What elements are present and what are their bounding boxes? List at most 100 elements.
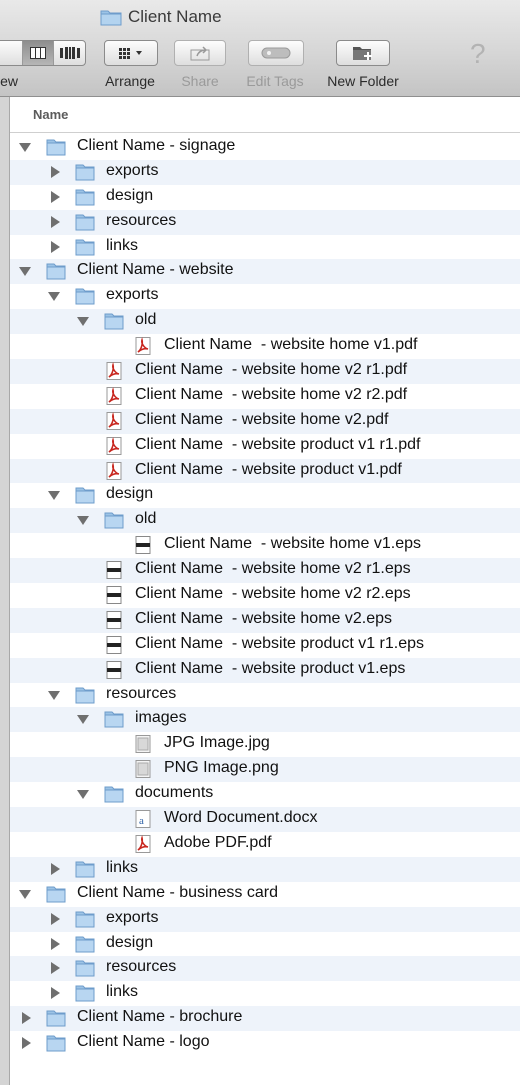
share-button[interactable] bbox=[174, 40, 226, 66]
folder-row[interactable]: exports bbox=[10, 159, 520, 185]
folder-row[interactable]: resources bbox=[10, 683, 520, 708]
item-name: design bbox=[106, 186, 154, 204]
file-row[interactable]: Client Name - website home v2 r2.pdf bbox=[10, 384, 520, 409]
share-icon bbox=[190, 46, 210, 61]
folder-row[interactable]: old bbox=[10, 309, 520, 335]
disclosure-closed-icon[interactable] bbox=[51, 165, 60, 178]
disclosure-open-icon[interactable] bbox=[48, 690, 60, 700]
folder-row[interactable]: links bbox=[10, 235, 520, 260]
disclosure-open-icon[interactable] bbox=[19, 267, 31, 277]
folder-icon bbox=[75, 213, 95, 231]
folder-row[interactable]: Client Name - brochure bbox=[10, 1006, 520, 1032]
file-row[interactable]: a Word Document.docx bbox=[10, 807, 520, 832]
folder-icon bbox=[75, 935, 95, 953]
svg-text:a: a bbox=[139, 815, 144, 827]
item-name: Client Name - website product v1 r1.pdf bbox=[135, 435, 421, 453]
folder-row[interactable]: exports bbox=[10, 906, 520, 932]
disclosure-closed-icon[interactable] bbox=[51, 240, 60, 253]
folder-icon bbox=[46, 885, 66, 903]
arrange-button[interactable] bbox=[104, 40, 158, 66]
file-row[interactable]: Client Name - website home v1.pdf bbox=[10, 334, 520, 359]
file-row[interactable]: Client Name - website home v2.pdf bbox=[10, 408, 520, 434]
item-name: Word Document.docx bbox=[164, 809, 318, 827]
item-name: documents bbox=[135, 784, 214, 802]
folder-row[interactable]: Client Name - logo bbox=[10, 1031, 520, 1056]
disclosure-closed-icon[interactable] bbox=[51, 962, 60, 975]
file-row[interactable]: Client Name - website home v1.eps bbox=[10, 533, 520, 558]
folder-icon bbox=[75, 238, 95, 256]
item-name: Client Name - brochure bbox=[77, 1008, 243, 1026]
view-mode-control[interactable] bbox=[0, 40, 86, 66]
sidebar-edge bbox=[0, 97, 10, 1085]
disclosure-closed-icon[interactable] bbox=[51, 937, 60, 950]
disclosure-open-icon[interactable] bbox=[77, 790, 89, 800]
file-row[interactable]: Client Name - website home v2.eps bbox=[10, 607, 520, 633]
disclosure-closed-icon[interactable] bbox=[22, 1012, 31, 1025]
disclosure-open-icon[interactable] bbox=[77, 715, 89, 725]
file-list: Client Name - signage exports design resour… bbox=[10, 135, 520, 1056]
folder-icon bbox=[46, 1009, 66, 1027]
disclosure-closed-icon[interactable] bbox=[51, 862, 60, 875]
disclosure-open-icon[interactable] bbox=[77, 317, 89, 327]
folder-row[interactable]: links bbox=[10, 856, 520, 882]
file-row[interactable]: Client Name - website product v1 r1.pdf bbox=[10, 434, 520, 459]
view-label: iew bbox=[0, 73, 19, 89]
file-row[interactable]: Client Name - website home v2 r2.eps bbox=[10, 583, 520, 608]
disclosure-closed-icon[interactable] bbox=[22, 1037, 31, 1050]
file-row[interactable]: Adobe PDF.pdf bbox=[10, 832, 520, 857]
folder-row[interactable]: links bbox=[10, 981, 520, 1006]
disclosure-closed-icon[interactable] bbox=[51, 987, 60, 1000]
disclosure-open-icon[interactable] bbox=[48, 292, 60, 302]
file-row[interactable]: Client Name - website home v2 r1.pdf bbox=[10, 359, 520, 384]
item-name: Client Name - logo bbox=[77, 1033, 210, 1051]
folder-icon bbox=[75, 860, 95, 878]
file-row[interactable]: Client Name - website product v1.eps bbox=[10, 657, 520, 683]
view-icons-segment[interactable] bbox=[0, 41, 22, 65]
pdf-file-icon bbox=[104, 386, 124, 405]
share-label: Share bbox=[181, 73, 219, 89]
column-header-name[interactable]: Name bbox=[10, 97, 520, 133]
item-name: design bbox=[106, 485, 154, 503]
disclosure-open-icon[interactable] bbox=[77, 516, 89, 526]
disclosure-open-icon[interactable] bbox=[48, 491, 60, 501]
folder-row[interactable]: resources bbox=[10, 209, 520, 235]
new-folder-button[interactable] bbox=[336, 40, 390, 66]
folder-row[interactable]: resources bbox=[10, 956, 520, 982]
arrange-label: Arrange bbox=[105, 73, 155, 89]
folder-row[interactable]: exports bbox=[10, 284, 520, 309]
folder-row[interactable]: Client Name - website bbox=[10, 259, 520, 285]
folder-icon bbox=[46, 138, 66, 156]
eps-file-icon bbox=[104, 660, 124, 679]
disclosure-closed-icon[interactable] bbox=[51, 215, 60, 228]
help-icon[interactable]: ? bbox=[470, 38, 486, 70]
disclosure-closed-icon[interactable] bbox=[51, 912, 60, 925]
file-row[interactable]: Client Name - website product v1.pdf bbox=[10, 458, 520, 484]
folder-row[interactable]: images bbox=[10, 707, 520, 733]
folder-row[interactable]: design bbox=[10, 932, 520, 957]
item-name: Client Name - website home v2 r2.eps bbox=[135, 585, 411, 603]
folder-icon bbox=[104, 511, 124, 529]
file-row[interactable]: PNG Image.png bbox=[10, 757, 520, 783]
disclosure-closed-icon[interactable] bbox=[51, 190, 60, 203]
edit-tags-button[interactable] bbox=[248, 40, 304, 66]
view-columns-segment[interactable] bbox=[21, 41, 54, 65]
file-row[interactable]: Client Name - website product v1 r1.eps bbox=[10, 633, 520, 658]
view-coverflow-segment[interactable] bbox=[53, 41, 85, 65]
item-name: Client Name - business card bbox=[77, 883, 278, 901]
folder-row[interactable]: Client Name - signage bbox=[10, 135, 520, 160]
item-name: Client Name - website bbox=[77, 261, 234, 279]
item-name: Client Name - website home v2.eps bbox=[135, 609, 392, 627]
folder-row[interactable]: documents bbox=[10, 782, 520, 807]
folder-row[interactable]: design bbox=[10, 185, 520, 210]
item-name: Client Name - website home v2 r1.eps bbox=[135, 560, 411, 578]
file-row[interactable]: JPG Image.jpg bbox=[10, 732, 520, 757]
word-document-icon: a bbox=[133, 810, 153, 829]
folder-row[interactable]: design bbox=[10, 483, 520, 508]
folder-row[interactable]: old bbox=[10, 508, 520, 534]
disclosure-open-icon[interactable] bbox=[19, 143, 31, 152]
file-row[interactable]: Client Name - website home v2 r1.eps bbox=[10, 558, 520, 584]
item-name: links bbox=[106, 983, 139, 1001]
folder-row[interactable]: Client Name - business card bbox=[10, 882, 520, 907]
item-name: links bbox=[106, 236, 139, 254]
disclosure-open-icon[interactable] bbox=[19, 889, 31, 899]
